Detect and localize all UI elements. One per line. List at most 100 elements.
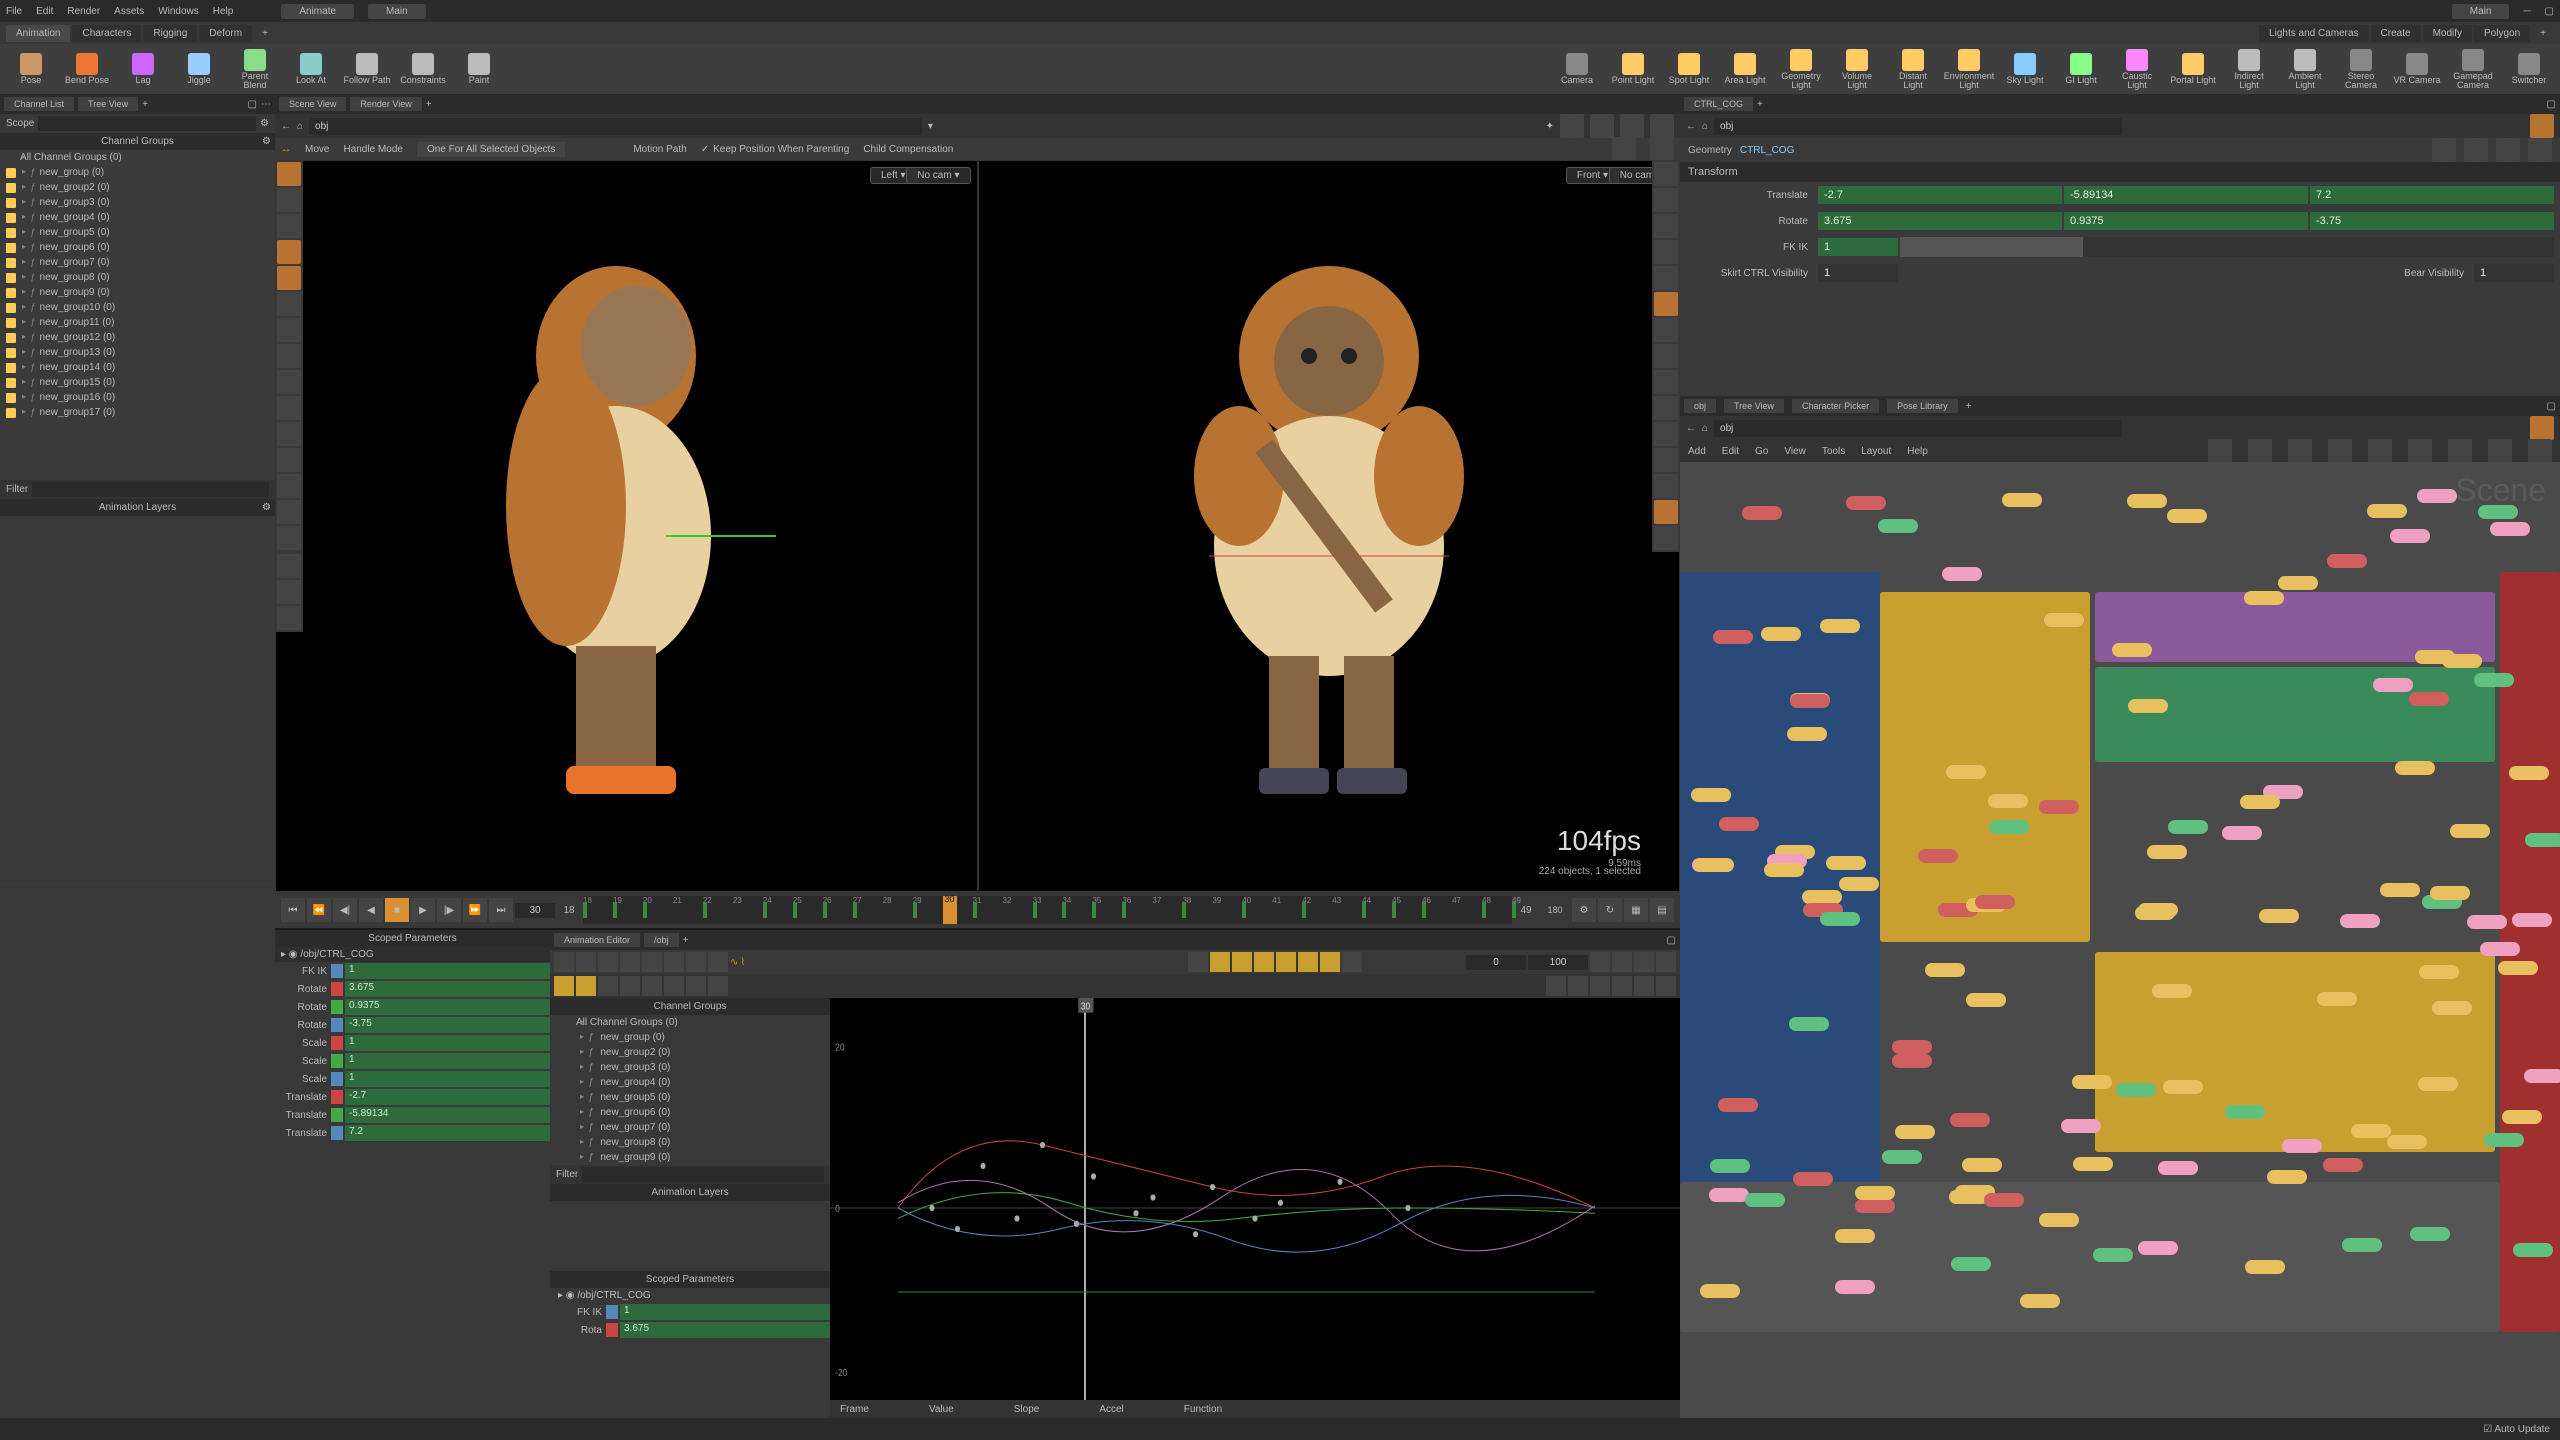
filter-input[interactable]	[32, 482, 269, 497]
network-node[interactable]	[1882, 1150, 1922, 1164]
disp3-icon[interactable]	[1654, 214, 1678, 238]
ae-scoped-node[interactable]: ▸ ◉ /obj/CTRL_COG	[550, 1288, 830, 1303]
window-max-icon[interactable]: ▢	[2545, 6, 2554, 17]
shelf-gi-light[interactable]: GI Light	[2056, 46, 2106, 92]
network-node[interactable]	[2450, 824, 2490, 838]
tree-item[interactable]: ƒ new_group5 (0)	[0, 225, 275, 240]
viewport-left[interactable]: Left ▾ No cam ▾	[275, 160, 978, 892]
network-node[interactable]	[2380, 883, 2420, 897]
home-icon[interactable]: ⌂	[1702, 121, 1708, 132]
tl-loop-icon[interactable]: ↻	[1598, 898, 1622, 922]
network-node[interactable]	[2327, 554, 2367, 568]
path-input[interactable]	[309, 118, 922, 135]
network-node[interactable]	[1835, 1229, 1875, 1243]
network-node[interactable]	[2039, 800, 2079, 814]
menu-file[interactable]: File	[6, 6, 22, 17]
net-tab-tree[interactable]: Tree View	[1724, 399, 1784, 413]
network-node[interactable]	[1745, 1193, 1785, 1207]
desktop-tab-main-right[interactable]: Main	[2452, 4, 2510, 19]
disp1-icon[interactable]	[1654, 162, 1678, 186]
vp-left-cam[interactable]: No cam ▾	[906, 167, 970, 184]
net-i7-icon[interactable]	[2448, 439, 2472, 463]
ae-curve-icon[interactable]: ∿	[730, 957, 738, 968]
network-node[interactable]	[2509, 766, 2549, 780]
shelf-tab-deform[interactable]: Deform	[199, 25, 252, 42]
network-node[interactable]	[2267, 1170, 2307, 1184]
network-node[interactable]	[1966, 993, 2006, 1007]
p-i1-icon[interactable]	[2432, 138, 2456, 162]
tree-item[interactable]: ƒ new_group (0)	[550, 1030, 830, 1045]
param-row[interactable]: Translate-5.89134	[275, 1106, 550, 1124]
shelf-paint[interactable]: Paint	[454, 46, 504, 92]
net-i3-icon[interactable]	[2288, 439, 2312, 463]
keep-pos-check[interactable]: ✓	[701, 144, 709, 155]
shelf-lag[interactable]: Lag	[118, 46, 168, 92]
timeline-cursor[interactable]: 30	[943, 896, 957, 924]
shelf-camera[interactable]: Camera	[1552, 46, 1602, 92]
tree-item[interactable]: ƒ new_group13 (0)	[0, 345, 275, 360]
shelf-area-light[interactable]: Area Light	[1720, 46, 1770, 92]
menu-edit[interactable]: Edit	[36, 6, 53, 17]
disp2-icon[interactable]	[1654, 188, 1678, 212]
ae-r1-icon[interactable]	[1546, 976, 1566, 996]
tree-item[interactable]: ƒ new_group8 (0)	[0, 270, 275, 285]
network-node[interactable]	[2163, 1080, 2203, 1094]
network-node[interactable]	[1878, 519, 1918, 533]
param-row[interactable]: Rotate3.675	[275, 980, 550, 998]
anim-layers-list[interactable]	[0, 516, 275, 886]
back-icon[interactable]: ←	[281, 121, 291, 132]
net-i5-icon[interactable]	[2368, 439, 2392, 463]
net-back-icon[interactable]: ←	[1686, 423, 1696, 434]
bulb-icon[interactable]	[1654, 318, 1678, 342]
ae-r4-icon[interactable]	[1612, 976, 1632, 996]
network-node[interactable]	[2390, 529, 2430, 543]
network-node[interactable]	[2502, 1110, 2542, 1124]
network-node[interactable]	[2044, 613, 2084, 627]
network-node[interactable]	[2524, 1069, 2560, 1083]
shelf-tab-rigging[interactable]: Rigging	[143, 25, 197, 42]
net-path-input[interactable]	[1714, 420, 2122, 437]
motion-path-toggle[interactable]: Motion Path	[633, 144, 686, 155]
network-node[interactable]	[2240, 795, 2280, 809]
tree-item[interactable]: ƒ new_group3 (0)	[550, 1060, 830, 1075]
desktop-tab-main[interactable]: Main	[368, 4, 426, 19]
network-node[interactable]	[1719, 817, 1759, 831]
network-node[interactable]	[2072, 1075, 2112, 1089]
network-node[interactable]	[1855, 1199, 1895, 1213]
network-node[interactable]	[1839, 877, 1879, 891]
tab-add-icon[interactable]: +	[1757, 99, 1763, 110]
snap-icon[interactable]: ✦	[1546, 121, 1554, 132]
menu-windows[interactable]: Windows	[158, 6, 199, 17]
network-node[interactable]	[2467, 915, 2507, 929]
pane-menu-icon[interactable]: ⋯	[261, 99, 271, 110]
network-node[interactable]	[1742, 506, 1782, 520]
ae-range-start[interactable]	[1466, 955, 1526, 970]
network-node[interactable]	[2158, 1161, 2198, 1175]
tree-item[interactable]: ƒ new_group8 (0)	[550, 1135, 830, 1150]
shelf-sky-light[interactable]: Sky Light	[2000, 46, 2050, 92]
network-node[interactable]	[1713, 630, 1753, 644]
goto-start-icon[interactable]: ⏮	[281, 898, 305, 922]
shelf-add-icon[interactable]: +	[254, 25, 276, 42]
network-node[interactable]	[2367, 504, 2407, 518]
shelf-bend-pose[interactable]: Bend Pose	[62, 46, 112, 92]
ae-e2-icon[interactable]	[1612, 952, 1632, 972]
network-node[interactable]	[2525, 833, 2560, 847]
network-node[interactable]	[1855, 1186, 1895, 1200]
step-fwd-icon[interactable]: |▶	[437, 898, 461, 922]
network-node[interactable]	[1764, 863, 1804, 877]
net-pin-icon[interactable]	[2530, 416, 2554, 440]
tab-scene-view[interactable]: Scene View	[279, 97, 346, 111]
tree-item[interactable]: ƒ new_group7 (0)	[0, 255, 275, 270]
network-node[interactable]	[1710, 1159, 1750, 1173]
shelf-follow-path[interactable]: Follow Path	[342, 46, 392, 92]
ae-s1-icon[interactable]	[1188, 952, 1208, 972]
ae-e1-icon[interactable]	[1590, 952, 1610, 972]
param-path-input[interactable]	[1714, 118, 2122, 135]
current-frame-input[interactable]	[515, 903, 555, 918]
ae-t4-icon[interactable]	[620, 952, 640, 972]
network-node[interactable]	[2478, 505, 2518, 519]
pane-max-icon[interactable]: ▢	[2547, 99, 2556, 110]
vp-display-icon[interactable]	[1612, 137, 1636, 161]
network-node[interactable]	[2167, 509, 2207, 523]
